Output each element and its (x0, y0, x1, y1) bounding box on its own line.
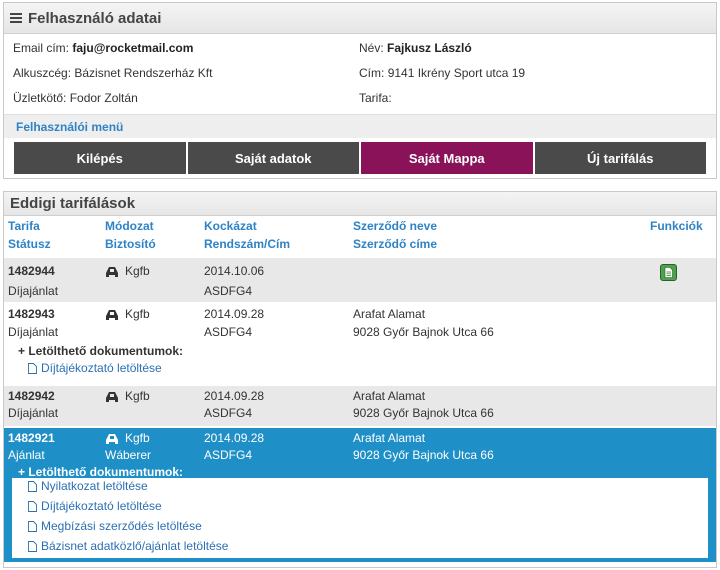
car-icon (106, 266, 118, 277)
name-label: Név: (359, 41, 384, 55)
mode-text: Kgfb (125, 431, 150, 445)
row-contractor-address: 9028 Győr Bajnok Utca 66 (353, 406, 494, 420)
broker-value: Fodor Zoltán (69, 91, 138, 105)
col-mode[interactable]: Módozat (105, 219, 154, 233)
file-icon (28, 500, 37, 512)
col-insurer[interactable]: Biztosító (105, 237, 156, 251)
broker-row: Üzletkötő: Fodor Zoltán (13, 91, 138, 105)
row-date: 2014.10.06 (204, 264, 265, 278)
docs-list: Nyilatkozat letöltése Díjtájékoztató let… (12, 478, 708, 558)
car-icon (106, 309, 118, 320)
doc-link-text: Megbízási szerződés letöltése (41, 519, 202, 533)
my-folder-button[interactable]: Saját Mappa (361, 142, 535, 174)
logout-button[interactable]: Kilépés (14, 142, 188, 174)
new-tariff-button[interactable]: Új tarifálás (534, 142, 706, 174)
doc-link-text: Nyilatkozat letöltése (41, 479, 148, 493)
agency-row: Alkuszcég: Bázisnet Rendszerház Kft (13, 66, 212, 80)
doc-link-mandate[interactable]: Megbízási szerződés letöltése (28, 519, 202, 533)
user-data-panel: Felhasználó adatai Email cím: faju@rocke… (3, 2, 717, 179)
col-contractor-address[interactable]: Szerződő címe (353, 237, 437, 251)
row-mode: Kgfb (105, 431, 150, 445)
name-value: Fajkusz László (387, 41, 472, 55)
history-panel-title: Eddigi tarifálások (10, 195, 136, 212)
row-status: Díjajánlat (8, 325, 59, 339)
row-id: 1482943 (8, 307, 55, 321)
doc-link-fee-info[interactable]: Díjtájékoztató letöltése (28, 499, 162, 513)
row-status: Ajánlat (8, 448, 45, 462)
tariff-label: Tarifa: (359, 91, 392, 105)
broker-label: Üzletkötő: (13, 91, 67, 105)
email-row: Email cím: faju@rocketmail.com (13, 41, 193, 55)
file-icon (28, 520, 37, 532)
row-plate: ASDFG4 (204, 406, 253, 420)
address-label: Cím: (359, 66, 385, 80)
doc-link-declaration[interactable]: Nyilatkozat letöltése (28, 479, 148, 493)
col-functions: Funkciók (650, 219, 703, 233)
user-menu-bar: Kilépés Saját adatok Saját Mappa Új tari… (14, 142, 706, 174)
row-insurer: Wáberer (105, 448, 152, 462)
address-value: 9141 Ikrény Sport utca 19 (387, 66, 526, 80)
name-row: Név: Fajkusz László (359, 41, 472, 55)
row-plate: ASDFG4 (204, 284, 253, 298)
document-green-icon[interactable] (660, 264, 677, 281)
user-panel-title: Felhasználó adatai (28, 9, 162, 27)
doc-link-text: Díjtájékoztató letöltése (41, 499, 162, 513)
user-menu-title: Felhasználói menü (4, 114, 716, 138)
mode-text: Kgfb (125, 389, 150, 403)
row-status: Díjajánlat (8, 284, 59, 298)
row-id: 1482921 (8, 431, 55, 445)
row-id: 1482942 (8, 389, 55, 403)
col-tariff[interactable]: Tarifa (8, 219, 40, 233)
tariff-row: Tarifa: (359, 91, 392, 105)
table-row[interactable]: 1482942 Díjajánlat Kgfb 2014.09.28 ASDFG… (4, 386, 716, 426)
row-contractor: Arafat Alamat (353, 389, 426, 403)
row-mode: Kgfb (105, 389, 150, 403)
doc-link-data-sheet[interactable]: Bázisnet adatközlő/ajánlat letöltése (28, 539, 228, 553)
doc-link-text: Bázisnet adatközlő/ajánlat letöltése (41, 539, 229, 553)
col-contractor[interactable]: Szerződő neve (353, 219, 437, 233)
address-row: Cím: 9141 Ikrény Sport utca 19 (359, 66, 525, 80)
mode-text: Kgfb (125, 264, 150, 278)
file-icon (28, 362, 37, 374)
row-date: 2014.09.28 (204, 389, 265, 403)
col-plate-address[interactable]: Rendszám/Cím (204, 237, 290, 251)
agency-label: Alkuszcég: (13, 66, 72, 80)
user-panel-header: Felhasználó adatai (4, 3, 716, 34)
file-icon (28, 540, 37, 552)
row-plate: ASDFG4 (204, 448, 253, 462)
row-date: 2014.09.28 (204, 307, 265, 321)
col-status[interactable]: Státusz (8, 237, 51, 251)
row-mode: Kgfb (105, 264, 150, 278)
row-contractor-address: 9028 Győr Bajnok Utca 66 (353, 448, 494, 462)
downloadable-docs-toggle[interactable]: + Letölthető dokumentumok: (18, 465, 183, 479)
car-icon (106, 391, 118, 402)
mode-text: Kgfb (125, 307, 150, 321)
agency-value: Bázisnet Rendszerház Kft (74, 66, 213, 80)
row-plate: ASDFG4 (204, 325, 253, 339)
email-value: faju@rocketmail.com (72, 41, 194, 55)
row-date: 2014.09.28 (204, 431, 265, 445)
col-risk[interactable]: Kockázat (204, 219, 257, 233)
row-contractor: Arafat Alamat (353, 431, 426, 445)
row-contractor-address: 9028 Győr Bajnok Utca 66 (353, 325, 494, 339)
row-mode: Kgfb (105, 307, 150, 321)
hamburger-icon[interactable] (10, 11, 22, 25)
downloadable-docs-toggle[interactable]: + Letölthető dokumentumok: (18, 344, 183, 358)
row-status: Díjajánlat (8, 406, 59, 420)
row-id: 1482944 (8, 264, 55, 278)
table-row-selected[interactable]: 1482921 Ajánlat Kgfb Wáberer 2014.09.28 … (4, 428, 716, 562)
table-row[interactable]: 1482944 Díjajánlat Kgfb 2014.10.06 ASDFG… (4, 258, 716, 302)
doc-link-fee-info[interactable]: Díjtájékoztató letöltése (28, 361, 162, 375)
file-icon (28, 480, 37, 492)
row-contractor: Arafat Alamat (353, 307, 426, 321)
table-row[interactable]: 1482943 Díjajánlat Kgfb 2014.09.28 ASDFG… (4, 304, 716, 380)
doc-link-text: Díjtájékoztató letöltése (41, 361, 162, 375)
tariff-history-panel: Eddigi tarifálások Tarifa Státusz Módoza… (3, 191, 717, 568)
email-label: Email cím: (13, 41, 70, 55)
car-icon (106, 433, 118, 444)
my-data-button[interactable]: Saját adatok (187, 142, 361, 174)
history-panel-header: Eddigi tarifálások (4, 192, 716, 216)
